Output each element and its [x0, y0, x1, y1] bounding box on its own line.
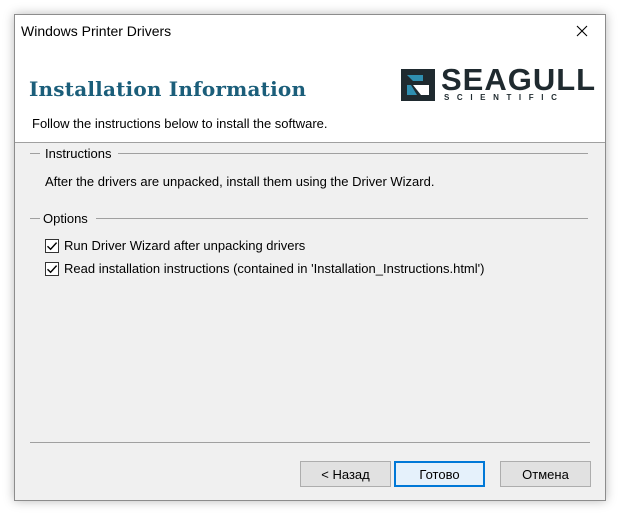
- footer-separator: [30, 442, 590, 443]
- instructions-text: After the drivers are unpacked, install …: [45, 174, 435, 189]
- title-bar[interactable]: Windows Printer Drivers: [15, 15, 605, 46]
- finish-button[interactable]: Готово: [394, 461, 485, 487]
- options-group-label: Options: [43, 211, 88, 226]
- seagull-logo-icon: [401, 69, 435, 101]
- logo-wordmark: SEAGULL: [441, 62, 597, 97]
- read-instructions-checkbox[interactable]: [45, 261, 59, 276]
- installer-dialog: Windows Printer Drivers Installation Inf…: [14, 14, 606, 501]
- read-instructions-checkbox-row[interactable]: Read installation instructions (containe…: [45, 261, 484, 276]
- checkmark-icon: [47, 241, 58, 250]
- close-button[interactable]: [559, 15, 605, 46]
- logo-subtext: SCIENTIFIC: [444, 93, 565, 102]
- wizard-header: Installation Information Follow the inst…: [15, 46, 605, 143]
- run-driver-wizard-checkbox-row[interactable]: Run Driver Wizard after unpacking driver…: [45, 238, 305, 253]
- run-driver-wizard-label: Run Driver Wizard after unpacking driver…: [64, 238, 306, 253]
- options-group-line-left: [30, 218, 40, 219]
- cancel-button[interactable]: Отмена: [500, 461, 591, 487]
- close-icon: [576, 25, 588, 36]
- instructions-group-line-left: [30, 153, 40, 154]
- back-button[interactable]: < Назад: [300, 461, 391, 487]
- seagull-scientific-logo: SEAGULL SCIENTIFIC: [401, 64, 599, 104]
- window-title: Windows Printer Drivers: [21, 23, 172, 39]
- instructions-group-label: Instructions: [45, 146, 112, 161]
- options-group-line-right: [96, 218, 588, 219]
- read-instructions-label: Read installation instructions (containe…: [64, 261, 485, 276]
- page-subtitle: Follow the instructions below to install…: [32, 116, 328, 131]
- page-title: Installation Information: [29, 77, 307, 101]
- checkmark-icon: [47, 264, 58, 273]
- run-driver-wizard-checkbox[interactable]: [45, 238, 59, 253]
- instructions-group-line-right: [118, 153, 588, 154]
